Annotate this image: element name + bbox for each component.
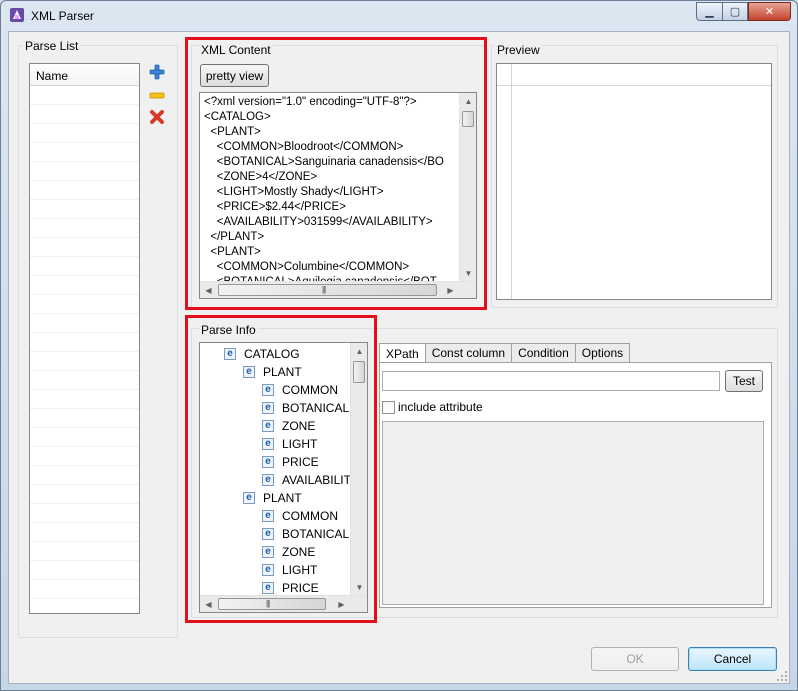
xpath-result-area[interactable] bbox=[382, 421, 764, 605]
ok-button[interactable]: OK bbox=[591, 647, 679, 671]
tab-label: Const column bbox=[431, 346, 506, 360]
xpath-input[interactable] bbox=[382, 371, 720, 391]
list-item[interactable] bbox=[30, 315, 139, 333]
maximize-icon: ▢ bbox=[729, 6, 741, 18]
cancel-button[interactable]: Cancel bbox=[688, 647, 777, 671]
parse-list-label: Parse List bbox=[23, 39, 81, 53]
xml-content-highlight bbox=[185, 37, 487, 310]
list-item[interactable] bbox=[30, 486, 139, 504]
list-item[interactable] bbox=[30, 562, 139, 580]
ok-label: OK bbox=[626, 652, 644, 666]
parse-list-table[interactable]: Name bbox=[29, 63, 140, 618]
list-item[interactable] bbox=[30, 125, 139, 143]
list-item[interactable] bbox=[30, 239, 139, 257]
tab-label: Condition bbox=[518, 346, 569, 360]
close-button[interactable]: ✕ bbox=[748, 2, 791, 21]
list-item[interactable] bbox=[30, 163, 139, 181]
preview-header bbox=[497, 64, 771, 86]
minimize-button[interactable]: ▁ bbox=[696, 2, 722, 21]
close-icon: ✕ bbox=[764, 6, 775, 18]
tab-panel-xpath: Test include attribute bbox=[379, 362, 772, 608]
app-icon bbox=[10, 8, 24, 22]
list-item[interactable] bbox=[30, 505, 139, 523]
list-item[interactable] bbox=[30, 334, 139, 352]
parse-info-highlight bbox=[185, 315, 377, 623]
list-item[interactable] bbox=[30, 429, 139, 447]
xml-parser-window: XML Parser ▁ ▢ ✕ Parse List Name XML Con… bbox=[0, 0, 798, 691]
list-item[interactable] bbox=[30, 296, 139, 314]
delete-x-icon[interactable] bbox=[149, 109, 165, 125]
preview-label: Preview bbox=[495, 43, 542, 57]
list-item[interactable] bbox=[30, 144, 139, 162]
list-item[interactable] bbox=[30, 410, 139, 428]
list-item[interactable] bbox=[30, 220, 139, 238]
window-title: XML Parser bbox=[31, 9, 94, 23]
list-item[interactable] bbox=[30, 372, 139, 390]
list-item[interactable] bbox=[30, 543, 139, 561]
list-item[interactable] bbox=[30, 106, 139, 124]
dialog-client-area: Parse List Name XML Content pretty view … bbox=[8, 31, 790, 684]
minus-icon[interactable] bbox=[149, 87, 165, 103]
include-attribute-checkbox[interactable] bbox=[382, 401, 395, 414]
tab-bar: XPath Const column Condition Options bbox=[379, 343, 631, 364]
list-item[interactable] bbox=[30, 600, 139, 618]
resize-grip-icon[interactable] bbox=[776, 670, 788, 682]
list-item[interactable] bbox=[30, 467, 139, 485]
tab-label: XPath bbox=[386, 346, 419, 361]
tab-const-column[interactable]: Const column bbox=[425, 343, 513, 363]
list-item[interactable] bbox=[30, 201, 139, 219]
preview-table[interactable] bbox=[496, 63, 772, 300]
name-column-header-label: Name bbox=[36, 69, 69, 83]
include-attribute-label: include attribute bbox=[398, 400, 483, 414]
title-bar[interactable]: XML Parser ▁ ▢ ✕ bbox=[1, 1, 797, 31]
preview-column-divider bbox=[511, 64, 512, 299]
minimize-icon: ▁ bbox=[705, 6, 714, 18]
list-item[interactable] bbox=[30, 353, 139, 371]
tab-options[interactable]: Options bbox=[575, 343, 631, 363]
list-item[interactable] bbox=[30, 182, 139, 200]
list-item[interactable] bbox=[30, 258, 139, 276]
test-button[interactable]: Test bbox=[725, 370, 763, 392]
name-column-header[interactable]: Name bbox=[30, 64, 139, 86]
plus-icon[interactable] bbox=[149, 64, 165, 80]
test-label: Test bbox=[732, 374, 755, 388]
list-item[interactable] bbox=[30, 391, 139, 409]
tab-label: Options bbox=[581, 346, 624, 360]
maximize-button[interactable]: ▢ bbox=[722, 2, 748, 21]
cancel-label: Cancel bbox=[713, 652, 752, 666]
list-item[interactable] bbox=[30, 581, 139, 599]
list-item[interactable] bbox=[30, 87, 139, 105]
list-item[interactable] bbox=[30, 277, 139, 295]
tab-condition[interactable]: Condition bbox=[512, 343, 576, 363]
tab-xpath[interactable]: XPath bbox=[379, 343, 426, 364]
list-item[interactable] bbox=[30, 524, 139, 542]
list-item[interactable] bbox=[30, 448, 139, 466]
